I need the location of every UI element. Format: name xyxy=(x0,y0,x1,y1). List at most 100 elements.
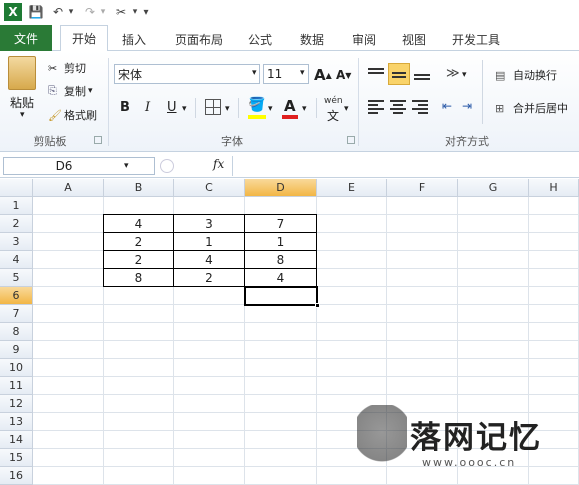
tab-file[interactable]: 文件 xyxy=(0,25,52,51)
cell-g11[interactable] xyxy=(458,377,529,395)
italic-button[interactable]: I xyxy=(145,100,150,115)
row-header-12[interactable]: 12 xyxy=(0,395,33,413)
cell-e11[interactable] xyxy=(317,377,387,395)
cell-a16[interactable] xyxy=(33,467,104,485)
row-header-11[interactable]: 11 xyxy=(0,377,33,395)
cell-b5[interactable]: 8 xyxy=(103,268,174,287)
cell-c6[interactable] xyxy=(174,287,245,305)
cut-button[interactable]: ✂ 剪切 xyxy=(48,60,86,76)
cell-b15[interactable] xyxy=(104,449,174,467)
merge-center-button[interactable]: ⊞ 合并后居中 xyxy=(495,99,568,117)
tab-formulas[interactable]: 公式 xyxy=(240,27,280,51)
tools-icon[interactable]: ✂ xyxy=(112,3,130,21)
undo-dropdown-icon[interactable]: ▾ xyxy=(66,3,76,21)
cell-a5[interactable] xyxy=(33,269,104,287)
cell-d10[interactable] xyxy=(245,359,317,377)
cell-d8[interactable] xyxy=(245,323,317,341)
orientation-dropdown-icon[interactable]: ▾ xyxy=(462,70,467,80)
cell-g12[interactable] xyxy=(458,395,529,413)
cell-d12[interactable] xyxy=(245,395,317,413)
align-top-icon[interactable] xyxy=(368,66,384,82)
column-header-a[interactable]: A xyxy=(33,179,104,197)
row-header-14[interactable]: 14 xyxy=(0,431,33,449)
cell-h7[interactable] xyxy=(529,305,579,323)
shrink-font-button[interactable]: A ▼ xyxy=(336,68,351,82)
fill-color-dropdown-icon[interactable]: ▾ xyxy=(268,104,273,114)
cell-g7[interactable] xyxy=(458,305,529,323)
paste-icon[interactable] xyxy=(8,56,36,90)
name-box-dropdown-icon[interactable]: ▾ xyxy=(124,161,129,171)
fill-color-icon[interactable]: 🪣 xyxy=(248,97,265,113)
cell-a6[interactable] xyxy=(33,287,104,305)
cell-d2[interactable]: 7 xyxy=(244,214,317,233)
cell-f1[interactable] xyxy=(387,197,458,215)
cell-c5[interactable]: 2 xyxy=(173,268,245,287)
bold-button[interactable]: B xyxy=(120,100,130,115)
underline-button[interactable]: U xyxy=(167,100,177,115)
tab-review[interactable]: 审阅 xyxy=(342,27,386,51)
cell-c14[interactable] xyxy=(174,431,245,449)
cell-h9[interactable] xyxy=(529,341,579,359)
cell-f3[interactable] xyxy=(387,233,458,251)
tab-home[interactable]: 开始 xyxy=(60,25,108,51)
cell-b9[interactable] xyxy=(104,341,174,359)
column-header-h[interactable]: H xyxy=(529,179,579,197)
column-header-f[interactable]: F xyxy=(387,179,458,197)
cell-e6[interactable] xyxy=(317,287,387,305)
row-header-9[interactable]: 9 xyxy=(0,341,33,359)
cell-h2[interactable] xyxy=(529,215,579,233)
formula-input[interactable] xyxy=(232,156,579,176)
cell-h16[interactable] xyxy=(529,467,579,485)
tab-insert[interactable]: 插入 xyxy=(112,27,156,51)
cell-d13[interactable] xyxy=(245,413,317,431)
cell-c4[interactable]: 4 xyxy=(173,250,245,269)
cell-a3[interactable] xyxy=(33,233,104,251)
select-all-corner[interactable] xyxy=(0,179,33,197)
cell-e9[interactable] xyxy=(317,341,387,359)
tab-data[interactable]: 数据 xyxy=(290,27,334,51)
cell-h6[interactable] xyxy=(529,287,579,305)
font-color-icon[interactable]: A xyxy=(284,97,296,115)
font-color-dropdown-icon[interactable]: ▾ xyxy=(302,104,307,114)
row-header-5[interactable]: 5 xyxy=(0,269,33,287)
cell-e10[interactable] xyxy=(317,359,387,377)
column-header-b[interactable]: B xyxy=(104,179,174,197)
cell-f6[interactable] xyxy=(387,287,458,305)
cell-g8[interactable] xyxy=(458,323,529,341)
cell-g10[interactable] xyxy=(458,359,529,377)
cell-h8[interactable] xyxy=(529,323,579,341)
cell-a15[interactable] xyxy=(33,449,104,467)
cell-e2[interactable] xyxy=(317,215,387,233)
cell-d3[interactable]: 1 xyxy=(244,232,317,251)
row-header-3[interactable]: 3 xyxy=(0,233,33,251)
cell-d16[interactable] xyxy=(245,467,317,485)
cell-h12[interactable] xyxy=(529,395,579,413)
cell-g1[interactable] xyxy=(458,197,529,215)
cell-c13[interactable] xyxy=(174,413,245,431)
cell-a11[interactable] xyxy=(33,377,104,395)
cell-a1[interactable] xyxy=(33,197,104,215)
cell-c10[interactable] xyxy=(174,359,245,377)
excel-icon[interactable]: X xyxy=(4,3,22,21)
cell-b11[interactable] xyxy=(104,377,174,395)
cell-c15[interactable] xyxy=(174,449,245,467)
cell-b8[interactable] xyxy=(104,323,174,341)
redo-dropdown-icon[interactable]: ▾ xyxy=(98,3,108,21)
cell-c16[interactable] xyxy=(174,467,245,485)
phonetic-icon[interactable]: wén xyxy=(324,96,343,106)
align-left-icon[interactable] xyxy=(368,100,384,114)
borders-icon[interactable] xyxy=(205,99,221,115)
column-header-g[interactable]: G xyxy=(458,179,529,197)
redo-icon[interactable]: ↷ xyxy=(82,3,98,21)
cell-h1[interactable] xyxy=(529,197,579,215)
cell-c8[interactable] xyxy=(174,323,245,341)
cell-g3[interactable] xyxy=(458,233,529,251)
row-header-15[interactable]: 15 xyxy=(0,449,33,467)
cell-b1[interactable] xyxy=(104,197,174,215)
column-header-e[interactable]: E xyxy=(317,179,387,197)
fill-handle[interactable] xyxy=(315,303,320,308)
row-header-7[interactable]: 7 xyxy=(0,305,33,323)
cell-d1[interactable] xyxy=(245,197,317,215)
cell-g16[interactable] xyxy=(458,467,529,485)
cell-f9[interactable] xyxy=(387,341,458,359)
